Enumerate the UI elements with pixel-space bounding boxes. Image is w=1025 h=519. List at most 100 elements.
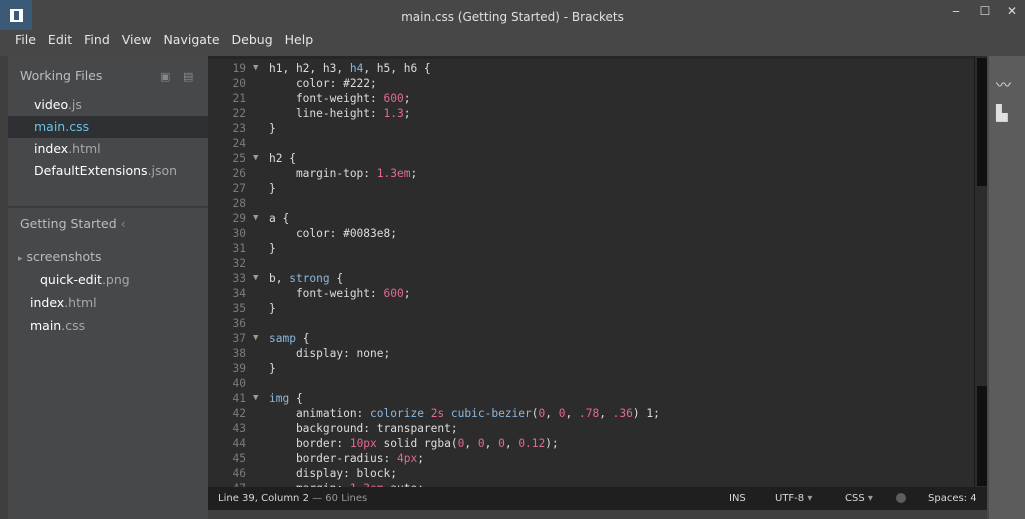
fold-arrow-icon[interactable]: ▼: [253, 331, 258, 346]
split-view-icon[interactable]: ▤: [183, 70, 193, 83]
tree-file[interactable]: quick-edit.png: [8, 269, 208, 291]
code-token: , h5, h6 {: [363, 62, 431, 75]
close-button[interactable]: ✕: [1002, 4, 1022, 18]
code-text: color: #222;: [269, 76, 377, 91]
code-token: samp: [269, 332, 296, 345]
code-token: font-weight:: [269, 287, 384, 300]
code-line: 42 animation: colorize 2s cubic-bezier(0…: [208, 406, 974, 421]
file-name: main: [34, 119, 66, 134]
code-token: }: [269, 302, 276, 315]
code-token: solid rgba(: [376, 437, 458, 450]
file-name: screenshots: [26, 249, 102, 264]
file-ext: .css: [65, 119, 90, 134]
code-token: 600: [383, 92, 404, 105]
working-file-item[interactable]: index.html: [8, 138, 208, 160]
project-title[interactable]: Getting Started ‹: [20, 216, 126, 231]
code-line: 23}: [208, 121, 974, 136]
code-line: 30 color: #0083e8;: [208, 226, 974, 241]
working-file-item[interactable]: DefaultExtensions.json: [8, 160, 208, 182]
code-token: .78: [578, 407, 600, 420]
code-line: 33 ▼ b, strong {: [208, 271, 974, 286]
file-name: main: [30, 318, 62, 333]
code-line: 40: [208, 376, 974, 391]
code-text: animation: colorize 2s cubic-bezier(0, 0…: [269, 406, 660, 421]
scrollbar-thumb[interactable]: [977, 58, 987, 186]
code-line: 24: [208, 136, 974, 151]
code-token: }: [269, 362, 276, 375]
code-text: }: [269, 181, 276, 196]
maximize-button[interactable]: ☐: [975, 4, 995, 18]
code-token: 0: [498, 437, 505, 450]
code-token: display: block;: [269, 467, 397, 480]
code-line: 25 ▼ h2 {: [208, 151, 974, 166]
code-text: }: [269, 301, 276, 316]
title-bar: main.css (Getting Started) - Brackets ‒ …: [0, 0, 1025, 30]
code-token: color: #0083e8;: [269, 227, 397, 240]
menu-file[interactable]: File: [9, 30, 42, 56]
indent-setting[interactable]: Spaces: 4: [928, 493, 977, 504]
code-token: ;: [410, 167, 418, 180]
line-number: 44: [232, 437, 246, 450]
folder-arrow-icon: ▸: [18, 254, 23, 264]
fold-arrow-icon[interactable]: ▼: [253, 391, 258, 406]
line-number: 21: [232, 92, 246, 105]
working-files-settings-icon[interactable]: ▣: [160, 70, 170, 83]
menu-find[interactable]: Find: [78, 30, 116, 56]
tree-folder[interactable]: ▸ screenshots: [8, 246, 208, 268]
code-token: border-radius:: [269, 452, 397, 465]
fold-arrow-icon[interactable]: ▼: [253, 211, 258, 226]
working-file-item[interactable]: main.css: [8, 116, 208, 138]
menu-help[interactable]: Help: [279, 30, 320, 56]
live-preview-icon[interactable]: 〰: [996, 74, 1011, 95]
code-text: display: none;: [269, 346, 390, 361]
extension-manager-icon[interactable]: ▙: [996, 104, 1008, 122]
fold-arrow-icon[interactable]: ▼: [253, 271, 258, 286]
working-file-item[interactable]: video.js: [8, 94, 208, 116]
code-token: .36: [612, 407, 633, 420]
tree-file[interactable]: index.html: [8, 292, 208, 314]
line-number: 39: [232, 362, 246, 375]
code-token: {: [289, 392, 303, 405]
code-token: strong: [289, 272, 330, 285]
code-text: margin-top: 1.3em;: [269, 166, 417, 181]
code-token: }: [269, 242, 276, 255]
file-name: index: [34, 141, 69, 156]
project-chevron-icon: ‹: [120, 216, 126, 231]
line-number: 24: [232, 137, 246, 150]
code-token: ;: [403, 107, 411, 120]
code-token: line-height:: [269, 107, 384, 120]
code-text: background: transparent;: [269, 421, 458, 436]
menu-edit[interactable]: Edit: [42, 30, 78, 56]
insert-mode[interactable]: INS: [729, 493, 746, 504]
line-number: 30: [232, 227, 246, 240]
code-text: display: block;: [269, 466, 397, 481]
code-token: ;: [403, 287, 411, 300]
bottom-panel-edge: [208, 510, 987, 519]
language-select[interactable]: CSS ▾: [845, 493, 873, 504]
menu-view[interactable]: View: [116, 30, 158, 56]
code-line: 20 color: #222;: [208, 76, 974, 91]
code-token: margin-top:: [269, 167, 377, 180]
menu-debug[interactable]: Debug: [226, 30, 279, 56]
code-line: 26 margin-top: 1.3em;: [208, 166, 974, 181]
linter-status-icon[interactable]: [896, 493, 906, 503]
sidebar: Working Files ▣ ▤ video.js main.css index.…: [8, 56, 208, 519]
encoding-select[interactable]: UTF-8 ▾: [775, 493, 812, 504]
line-number: 28: [232, 197, 246, 210]
editor-scrollbar[interactable]: [974, 56, 987, 487]
code-editor[interactable]: 19 ▼ h1, h2, h3, h4, h5, h6 {20 color: #22…: [208, 56, 974, 487]
code-line: 31}: [208, 241, 974, 256]
code-line: 37 ▼ samp {: [208, 331, 974, 346]
cursor-position[interactable]: Line 39, Column 2 — 60 Lines: [218, 493, 367, 504]
menu-navigate[interactable]: Navigate: [157, 30, 225, 56]
code-token: b,: [269, 272, 290, 285]
tree-file[interactable]: main.css: [8, 315, 208, 337]
scrollbar-marker: [977, 386, 987, 486]
fold-arrow-icon[interactable]: ▼: [253, 61, 258, 76]
line-number: 33: [232, 272, 246, 285]
fold-arrow-icon[interactable]: ▼: [253, 151, 258, 166]
code-token: cubic-bezier: [450, 407, 532, 420]
code-text: h2 {: [269, 151, 296, 166]
code-text: border-radius: 4px;: [269, 451, 424, 466]
minimize-button[interactable]: ‒: [946, 4, 966, 18]
